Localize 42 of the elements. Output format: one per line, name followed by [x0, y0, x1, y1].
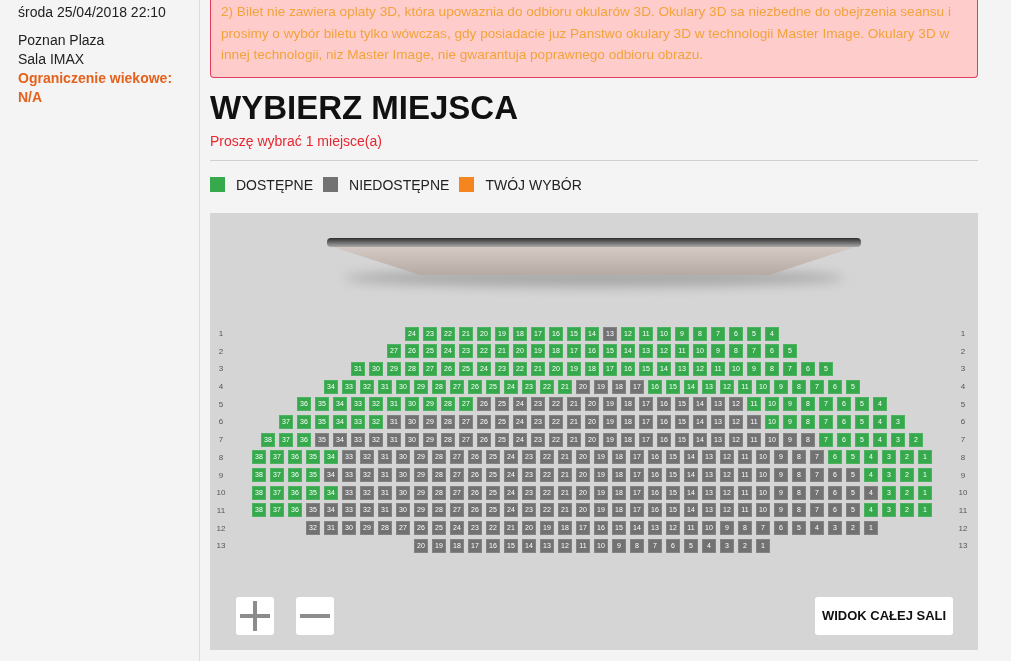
- row-number: 7: [217, 435, 225, 445]
- row-number: 9: [959, 470, 967, 480]
- row-number: 8: [959, 452, 967, 462]
- row-number: 13: [215, 541, 227, 551]
- row-number: 11: [957, 505, 969, 515]
- row-number: 7: [959, 435, 967, 445]
- hall-name: Sala IMAX: [18, 50, 85, 69]
- row-number: 3: [959, 364, 967, 374]
- row-number: 10: [957, 488, 969, 498]
- plus-icon: [240, 600, 270, 631]
- row-number: 4: [959, 382, 967, 392]
- row-number: 6: [217, 417, 225, 427]
- row-number: 2: [959, 346, 967, 356]
- zoom-out-button[interactable]: [296, 596, 334, 635]
- minus-icon: [300, 613, 330, 618]
- row-number: 13: [957, 541, 969, 551]
- legend-label: NIEDOSTĘPNE: [349, 176, 450, 193]
- showtime-text: środa 25/04/2018 22:10: [18, 3, 166, 22]
- row-number: 4: [217, 382, 225, 392]
- legend-label: DOSTĘPNE: [236, 176, 313, 193]
- row-number: 1: [217, 329, 225, 338]
- full-view-button[interactable]: WIDOK CAŁEJ SALI: [815, 596, 953, 635]
- row-number: 12: [957, 523, 969, 533]
- age-limit-value: N/A: [18, 88, 43, 107]
- row-number: 6: [959, 417, 967, 427]
- row-number: 10: [215, 488, 227, 498]
- zoom-in-button[interactable]: [236, 596, 274, 635]
- notice-text: 2) Bilet nie zawiera oplaty 3D, która upowaznia do odbioru okularów 3D. Okulary 3D sa niezbedne do obejrzenia seansu i prosimy o wybór biletu tylko wówczas, gdy posiadacie juz Panstwo okulary 3D w technologii Master Image. Okulary 3D w innej technologii, niz Master Image, nie gwarantuja poprawnego odbioru obrazu.: [210, 0, 978, 78]
- age-limit-label: Ograniczenie wiekowe:: [18, 69, 173, 88]
- row-number: 9: [217, 470, 225, 480]
- row-number: 8: [217, 452, 225, 462]
- row-number: 3: [217, 364, 225, 374]
- cinema-name: Poznan Plaza: [18, 31, 105, 50]
- row-number: 5: [959, 399, 967, 409]
- page-heading: WYBIERZ MIEJSCA: [210, 87, 519, 128]
- row-number: 11: [215, 505, 227, 515]
- legend-label: TWÓJ WYBÓR: [485, 176, 582, 193]
- row-number: 1: [959, 329, 967, 338]
- row-number: 12: [215, 523, 227, 533]
- instruction-text: Proszę wybrać 1 miejsce(a): [210, 132, 382, 150]
- row-number: 5: [217, 399, 225, 409]
- row-number: 2: [217, 346, 225, 356]
